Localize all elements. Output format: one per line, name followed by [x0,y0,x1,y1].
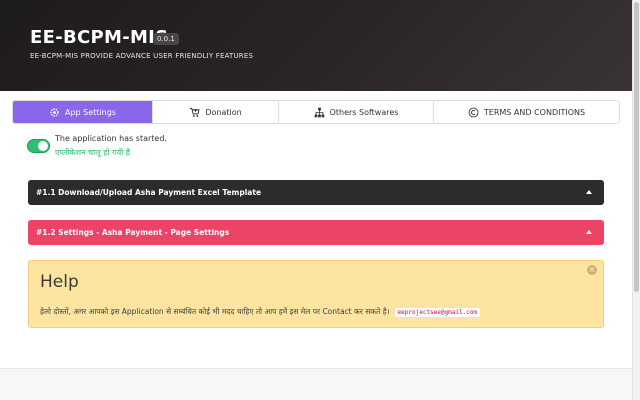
main-tabs: App Settings Donation Others Softwares T… [12,100,620,124]
help-alert: Help × हेलो दोस्तों, अगर आपको इस Applica… [28,260,604,328]
app-header: EE-BCPM-MIS 0.0.1 EE-BCPM-MIS PROVIDE AD… [0,0,632,91]
page-footer [0,368,632,400]
tab-label: Donation [205,108,241,117]
tab-donation[interactable]: Donation [153,101,279,123]
toggle-knob [38,141,48,151]
status-message-en: The application has started. [55,134,167,143]
sitemap-icon [314,107,325,118]
help-email[interactable]: eeprojectsee@gmail.com [395,308,480,317]
version-badge: 0.0.1 [153,33,179,45]
status-message-hi: एप्लीकेशन चालू हो गयी है [55,147,130,158]
caret-up-icon [586,190,592,194]
accordion-download-upload-template[interactable]: #1.1 Download/Upload Asha Payment Excel … [28,180,604,205]
caret-up-icon [586,230,592,234]
accordion-label: #1.2 Settings - Asha Payment - Page Sett… [36,228,229,237]
app-subtitle: EE-BCPM-MIS PROVIDE ADVANCE USER FRIENDL… [30,52,253,60]
scrollbar-thumb[interactable] [634,2,639,292]
tab-label: TERMS AND CONDITIONS [484,108,585,117]
copyright-icon [468,107,479,118]
vertical-scrollbar[interactable] [632,0,640,400]
help-message: हेलो दोस्तों, अगर आपको इस Application से… [40,307,390,316]
close-icon[interactable]: × [587,265,597,275]
help-text-row: हेलो दोस्तों, अगर आपको इस Application से… [40,307,480,317]
app-title: EE-BCPM-MIS [30,27,168,48]
tab-app-settings[interactable]: App Settings [13,101,153,123]
tab-label: Others Softwares [330,108,399,117]
cart-icon [189,107,200,118]
tab-label: App Settings [65,108,116,117]
accordion-label: #1.1 Download/Upload Asha Payment Excel … [36,188,261,197]
app-start-toggle[interactable] [27,139,50,153]
tab-others-softwares[interactable]: Others Softwares [279,101,434,123]
tab-terms-and-conditions[interactable]: TERMS AND CONDITIONS [434,101,619,123]
accordion-page-settings[interactable]: #1.2 Settings - Asha Payment - Page Sett… [28,220,604,245]
gear-icon [49,107,60,118]
help-title: Help [40,272,79,292]
